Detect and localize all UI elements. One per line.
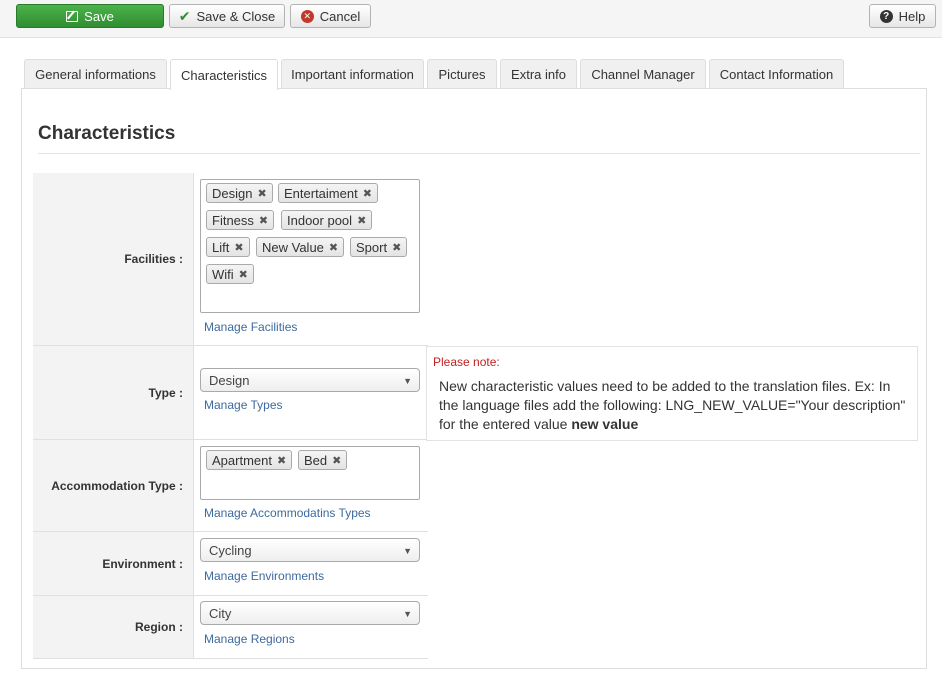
- cancel-button-label: Cancel: [319, 8, 361, 24]
- tab-characteristics[interactable]: Characteristics: [170, 59, 278, 90]
- remove-icon[interactable]: ✖: [392, 241, 401, 254]
- save-close-button[interactable]: ✔ Save & Close: [169, 4, 285, 28]
- facilities-field: Design ✖ Entertaiment ✖ Fitness ✖ Indoor po…: [193, 173, 428, 346]
- facility-chip-wifi: Wifi ✖: [206, 264, 254, 284]
- chevron-down-icon: ▼: [403, 546, 412, 556]
- chip-label: Design: [212, 185, 253, 201]
- chip-label: Lift: [212, 239, 230, 255]
- remove-icon[interactable]: ✖: [257, 187, 266, 200]
- check-icon: ✔: [178, 7, 191, 24]
- environment-label: Environment :: [33, 532, 193, 596]
- facilities-multiselect[interactable]: Design ✖ Entertaiment ✖ Fitness ✖ Indoor po…: [200, 179, 420, 313]
- save-close-button-label: Save & Close: [196, 8, 276, 24]
- facility-chip-entertaiment: Entertaiment ✖: [278, 183, 378, 203]
- facility-chip-design: Design ✖: [206, 183, 273, 203]
- chip-label: Sport: [356, 239, 388, 255]
- chevron-down-icon: ▼: [403, 609, 412, 619]
- save-button-label: Save: [84, 8, 114, 24]
- type-label: Type :: [33, 346, 193, 440]
- chip-label: Indoor pool: [287, 212, 353, 228]
- remove-icon[interactable]: ✖: [363, 187, 372, 200]
- region-label: Region :: [33, 596, 193, 659]
- help-button-label: Help: [898, 8, 926, 24]
- region-select[interactable]: City ▼: [200, 601, 420, 625]
- facility-chip-new-value: New Value ✖: [256, 237, 345, 257]
- tab-general-informations[interactable]: General informations: [24, 59, 167, 89]
- region-field: City ▼ Manage Regions: [193, 596, 428, 659]
- type-field: Design ▼ Manage Types: [193, 346, 428, 440]
- characteristics-panel: Characteristics Facilities : Design ✖ Ent…: [21, 88, 927, 669]
- facilities-label-text: Facilities :: [124, 252, 183, 266]
- type-selected-value: Design: [209, 372, 250, 388]
- type-label-text: Type :: [148, 385, 183, 400]
- please-note-box: Please note: New characteristic values n…: [426, 346, 918, 441]
- remove-icon[interactable]: ✖: [239, 268, 248, 281]
- remove-icon[interactable]: ✖: [259, 214, 268, 227]
- chip-label: Entertaiment: [284, 185, 358, 201]
- manage-types-link[interactable]: Manage Types: [204, 398, 283, 412]
- tab-pictures[interactable]: Pictures: [427, 59, 497, 89]
- region-label-text: Region :: [135, 620, 183, 634]
- environment-field: Cycling ▼ Manage Environments: [193, 532, 428, 596]
- chip-label: Wifi: [212, 266, 234, 282]
- manage-accommodation-types-link[interactable]: Manage Accommodatins Types: [204, 506, 371, 520]
- tab-label: Important information: [291, 67, 414, 82]
- tab-contact-information[interactable]: Contact Information: [709, 59, 844, 89]
- chip-label: Apartment: [212, 452, 272, 468]
- section-title: Characteristics: [38, 123, 176, 144]
- tab-label: Channel Manager: [591, 67, 695, 82]
- chip-label: Bed: [304, 452, 328, 468]
- tab-label: Extra info: [511, 67, 566, 82]
- environment-label-text: Environment :: [102, 556, 183, 571]
- question-icon: ?: [879, 9, 893, 23]
- title-divider: [38, 153, 920, 154]
- tab-label: Pictures: [438, 67, 486, 82]
- accommodation-type-label-text: Accommodation Type :: [51, 478, 183, 493]
- manage-facilities-link[interactable]: Manage Facilities: [204, 320, 297, 334]
- note-text: New characteristic values need to be add…: [439, 377, 909, 434]
- manage-regions-link[interactable]: Manage Regions: [204, 632, 295, 646]
- remove-icon[interactable]: ✖: [234, 241, 243, 254]
- cancel-button[interactable]: ✕ Cancel: [290, 4, 371, 28]
- facility-chip-lift: Lift ✖: [206, 237, 250, 257]
- tab-label: Contact Information: [719, 67, 834, 82]
- accommodation-type-field: Apartment ✖ Bed ✖ Manage Accommodatins Typ…: [193, 440, 428, 532]
- facilities-label: Facilities :: [33, 173, 193, 346]
- toolbar: Save ✔ Save & Close ✕ Cancel ? Help: [0, 0, 942, 38]
- chip-label: New Value: [262, 239, 324, 255]
- tab-extra-info[interactable]: Extra info: [500, 59, 577, 89]
- accommodation-chip-apartment: Apartment ✖: [206, 450, 293, 470]
- remove-icon[interactable]: ✖: [357, 214, 366, 227]
- facility-chip-indoor-pool: Indoor pool ✖: [281, 210, 373, 230]
- note-heading: Please note:: [433, 355, 500, 369]
- type-select[interactable]: Design ▼: [200, 368, 420, 392]
- save-button[interactable]: Save: [16, 4, 164, 28]
- help-button[interactable]: ? Help: [869, 4, 936, 28]
- remove-icon[interactable]: ✖: [277, 454, 286, 467]
- region-selected-value: City: [209, 605, 232, 621]
- accommodation-type-multiselect[interactable]: Apartment ✖ Bed ✖: [200, 446, 420, 500]
- remove-icon[interactable]: ✖: [329, 241, 338, 254]
- accommodation-type-label: Accommodation Type :: [33, 440, 193, 532]
- tab-important-information[interactable]: Important information: [281, 59, 424, 89]
- chip-label: Fitness: [212, 212, 254, 228]
- tab-label: Characteristics: [181, 67, 267, 83]
- manage-environments-link[interactable]: Manage Environments: [204, 569, 324, 583]
- tab-label: General informations: [35, 67, 156, 82]
- environment-select[interactable]: Cycling ▼: [200, 538, 420, 562]
- environment-selected-value: Cycling: [209, 542, 252, 558]
- facility-chip-fitness: Fitness ✖: [206, 210, 275, 230]
- cancel-icon: ✕: [300, 9, 314, 23]
- note-body-text: New characteristic values need to be add…: [439, 378, 906, 432]
- tab-channel-manager[interactable]: Channel Manager: [580, 59, 706, 89]
- note-emphasis: new value: [571, 416, 639, 432]
- accommodation-chip-bed: Bed ✖: [298, 450, 348, 470]
- chevron-down-icon: ▼: [403, 376, 412, 386]
- remove-icon[interactable]: ✖: [332, 454, 341, 467]
- edit-icon: [66, 10, 79, 22]
- facility-chip-sport: Sport ✖: [350, 237, 408, 257]
